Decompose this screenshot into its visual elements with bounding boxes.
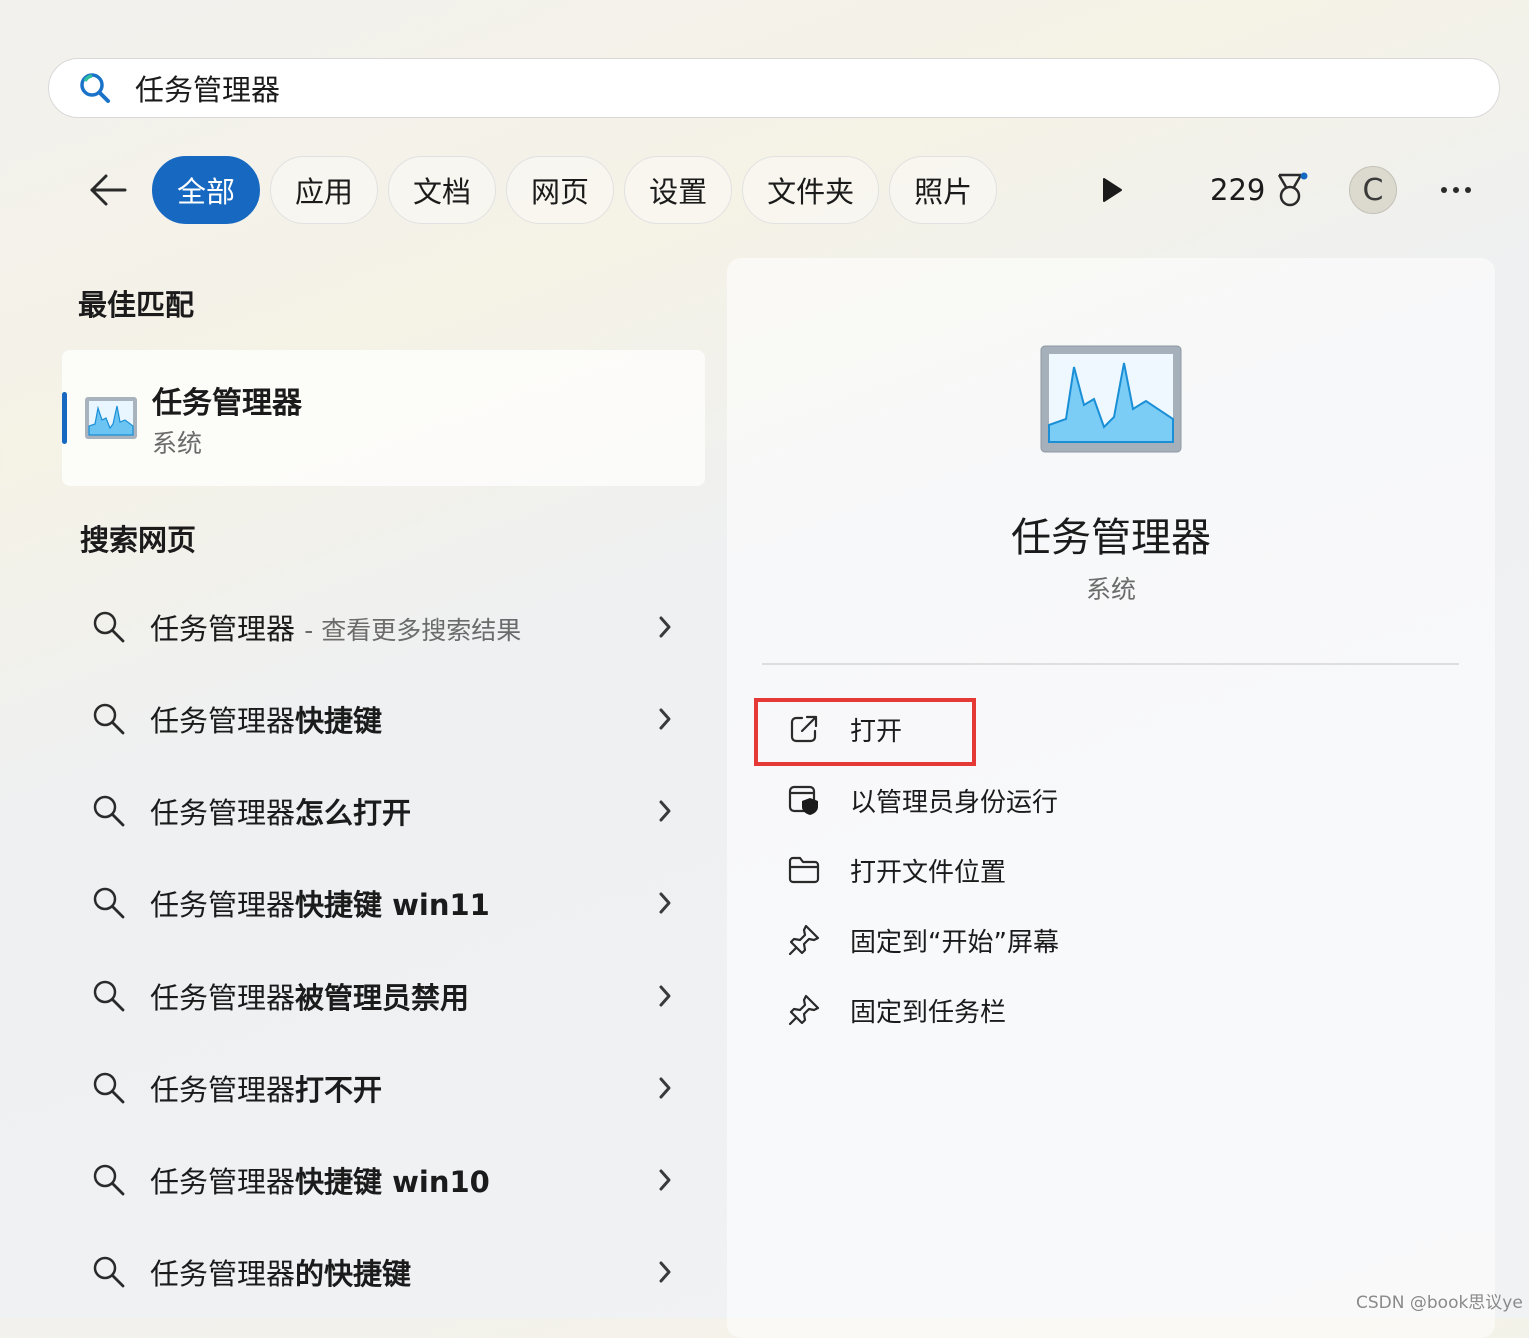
tab-web[interactable]: 网页	[506, 156, 615, 224]
shield-admin-icon	[786, 782, 822, 818]
tab-documents[interactable]: 文档	[388, 156, 497, 224]
more-options-button[interactable]	[1432, 170, 1480, 210]
search-icon	[77, 70, 113, 106]
web-result-suggestion: 快捷键	[295, 704, 383, 738]
web-result-query: 任务管理器	[150, 612, 296, 646]
avatar[interactable]: C	[1349, 166, 1397, 214]
divider	[762, 663, 1459, 665]
chevron-right-icon	[650, 615, 680, 639]
points-value: 229	[1210, 173, 1266, 207]
highlight-box	[754, 698, 976, 766]
search-icon	[80, 1163, 148, 1197]
action-label: 固定到任务栏	[850, 997, 1007, 1028]
web-result-hint: - 查看更多搜索结果	[304, 616, 522, 645]
web-result-text: 任务管理器打不开	[150, 1067, 650, 1109]
ellipsis-icon	[1441, 187, 1471, 193]
web-result-item[interactable]: 任务管理器 - 查看更多搜索结果	[80, 592, 680, 662]
web-result-item[interactable]: 任务管理器快捷键 win10	[80, 1145, 680, 1215]
best-match-app-type: 系统	[152, 429, 203, 458]
web-result-item[interactable]: 任务管理器快捷键	[80, 684, 680, 754]
search-icon	[80, 1255, 148, 1289]
selection-indicator	[62, 392, 67, 444]
best-match-result[interactable]: 任务管理器 系统	[62, 350, 705, 486]
tab-settings[interactable]: 设置	[624, 156, 733, 224]
medal-icon	[1278, 172, 1308, 207]
search-box[interactable]	[48, 58, 1500, 118]
web-result-suggestion: 快捷键 win11	[295, 888, 490, 922]
play-icon	[1103, 178, 1122, 202]
chevron-right-icon	[650, 891, 680, 915]
web-result-text: 任务管理器的快捷键	[150, 1251, 650, 1293]
chevron-right-icon	[650, 1260, 680, 1284]
web-result-item[interactable]: 任务管理器怎么打开	[80, 776, 680, 846]
web-result-item[interactable]: 任务管理器被管理员禁用	[80, 961, 680, 1031]
web-result-suggestion: 的快捷键	[295, 1257, 412, 1291]
web-result-item[interactable]: 任务管理器的快捷键	[80, 1237, 680, 1307]
action-run-as-admin[interactable]: 以管理员身份运行	[786, 775, 1058, 825]
back-button[interactable]	[82, 164, 134, 216]
web-result-text: 任务管理器快捷键 win10	[150, 1159, 650, 1201]
folder-icon	[786, 852, 822, 888]
search-icon	[80, 610, 148, 644]
web-result-item[interactable]: 任务管理器打不开	[80, 1053, 680, 1123]
rewards-points[interactable]: 229	[1210, 166, 1309, 214]
web-result-query: 任务管理器	[150, 704, 296, 738]
action-open-file-location[interactable]: 打开文件位置	[786, 845, 1006, 895]
pin-icon	[786, 922, 822, 958]
detail-app-name: 任务管理器	[1011, 515, 1211, 561]
task-manager-icon	[84, 396, 138, 444]
web-result-query: 任务管理器	[150, 1073, 296, 1107]
search-icon	[80, 1071, 148, 1105]
chevron-right-icon	[650, 799, 680, 823]
search-icon	[80, 979, 148, 1013]
action-pin-to-taskbar[interactable]: 固定到任务栏	[786, 985, 1006, 1035]
task-manager-large-icon	[1040, 345, 1182, 457]
action-label: 打开文件位置	[850, 857, 1007, 888]
web-result-text: 任务管理器怎么打开	[150, 790, 650, 832]
watermark: CSDN @book思议ye	[1356, 1293, 1523, 1313]
web-result-query: 任务管理器	[150, 1257, 296, 1291]
search-icon	[80, 794, 148, 828]
web-result-text: 任务管理器 - 查看更多搜索结果	[150, 606, 650, 648]
tab-folders[interactable]: 文件夹	[742, 156, 880, 224]
web-result-suggestion: 快捷键 win10	[295, 1165, 490, 1199]
action-pin-to-start[interactable]: 固定到“开始”屏幕	[786, 915, 1059, 965]
search-input[interactable]	[133, 70, 1437, 106]
chevron-right-icon	[650, 1076, 680, 1100]
filter-tabs: 全部 应用 文档 网页 设置 文件夹 照片	[152, 156, 998, 224]
web-result-query: 任务管理器	[150, 888, 296, 922]
back-arrow-icon	[90, 174, 127, 206]
action-label: 固定到“开始”屏幕	[850, 927, 1059, 958]
web-result-query: 任务管理器	[150, 796, 296, 830]
search-icon	[80, 886, 148, 920]
detail-app-type: 系统	[1085, 575, 1136, 604]
action-label: 以管理员身份运行	[850, 787, 1059, 818]
chevron-right-icon	[650, 707, 680, 731]
best-match-heading: 最佳匹配	[78, 288, 195, 322]
web-result-suggestion: 怎么打开	[295, 796, 412, 830]
web-search-heading: 搜索网页	[80, 523, 197, 557]
pin-icon	[786, 992, 822, 1028]
web-result-text: 任务管理器被管理员禁用	[150, 975, 650, 1017]
web-result-text: 任务管理器快捷键 win11	[150, 882, 650, 924]
web-result-item[interactable]: 任务管理器快捷键 win11	[80, 868, 680, 938]
search-icon	[80, 702, 148, 736]
web-result-text: 任务管理器快捷键	[150, 698, 650, 740]
tab-apps[interactable]: 应用	[270, 156, 379, 224]
web-result-suggestion: 被管理员禁用	[295, 981, 470, 1015]
web-result-query: 任务管理器	[150, 981, 296, 1015]
tab-all[interactable]: 全部	[152, 156, 261, 224]
best-match-app-name: 任务管理器	[152, 386, 302, 421]
chevron-right-icon	[650, 1168, 680, 1192]
chevron-right-icon	[650, 984, 680, 1008]
more-filters-button[interactable]	[1092, 170, 1132, 210]
web-result-query: 任务管理器	[150, 1165, 296, 1199]
web-result-suggestion: 打不开	[295, 1073, 383, 1107]
tab-photos[interactable]: 照片	[889, 156, 998, 224]
